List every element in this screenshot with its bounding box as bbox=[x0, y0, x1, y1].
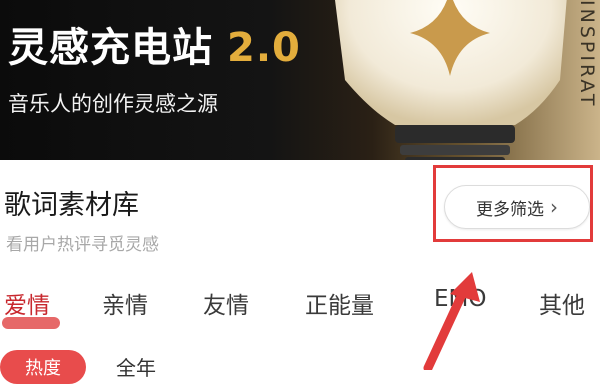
tab-other[interactable]: 其他 bbox=[539, 286, 585, 320]
more-filter-button[interactable]: 更多筛选 › bbox=[444, 185, 590, 229]
chevron-right-icon: › bbox=[550, 195, 558, 219]
category-tabs: 爱情 亲情 友情 正能量 EMO 其他 bbox=[0, 286, 600, 330]
lightbulb-icon bbox=[335, 0, 567, 160]
more-filter-label: 更多筛选 bbox=[476, 199, 544, 220]
annotation-arrow-icon bbox=[423, 272, 480, 370]
banner-side-text: INSPIRAT bbox=[576, 0, 598, 109]
tab-family[interactable]: 亲情 bbox=[102, 286, 148, 320]
banner-title: 灵感充电站 2.0 bbox=[8, 15, 301, 73]
tab-positive-energy[interactable]: 正能量 bbox=[305, 286, 374, 320]
banner-version: 2.0 bbox=[227, 25, 301, 71]
banner-subtitle: 音乐人的创作灵感之源 bbox=[8, 92, 218, 116]
all-year-chip[interactable]: 全年 bbox=[116, 352, 156, 381]
hot-filter-chip[interactable]: 热度 bbox=[0, 350, 86, 384]
tab-active-indicator bbox=[2, 317, 60, 329]
tab-friendship[interactable]: 友情 bbox=[203, 286, 249, 320]
banner[interactable]: 灵感充电站 2.0 音乐人的创作灵感之源 INSPIRAT bbox=[0, 0, 600, 160]
section-title: 歌词素材库 bbox=[4, 190, 139, 221]
banner-title-text: 灵感充电站 bbox=[8, 25, 213, 71]
tab-love[interactable]: 爱情 bbox=[4, 286, 50, 320]
section-subtitle: 看用户热评寻觅灵感 bbox=[6, 235, 159, 255]
